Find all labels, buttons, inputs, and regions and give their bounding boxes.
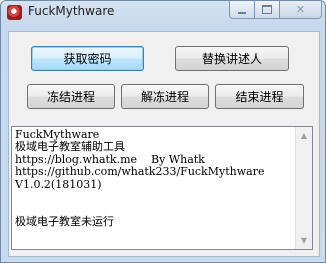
vertical-scrollbar[interactable]: ▲ ▼ bbox=[295, 127, 312, 249]
scroll-up-icon[interactable]: ▲ bbox=[296, 127, 312, 144]
unfreeze-process-button[interactable]: 解冻进程 bbox=[121, 84, 209, 109]
minimize-button[interactable] bbox=[229, 1, 255, 19]
output-line: https://github.com/whatk233/FuckMythware bbox=[15, 165, 265, 179]
title-bar[interactable]: FuckMythware ✕ bbox=[1, 1, 325, 25]
client-area: 获取密码 替换讲述人 冻结进程 解冻进程 结束进程 FuckMythware 极域… bbox=[8, 31, 320, 257]
app-icon[interactable] bbox=[7, 5, 22, 20]
output-log: FuckMythware 极域电子教室辅助工具 https://blog.whatk… bbox=[15, 128, 293, 228]
maximize-button[interactable] bbox=[254, 1, 280, 19]
scroll-down-icon[interactable]: ▼ bbox=[296, 232, 312, 249]
minimize-icon bbox=[238, 11, 246, 14]
app-window: FuckMythware ✕ 获取密码 替换讲述人 冻结进程 解冻进程 结束进程… bbox=[0, 0, 326, 263]
output-textbox[interactable]: FuckMythware 极域电子教室辅助工具 https://blog.whatk… bbox=[11, 126, 313, 250]
window-title: FuckMythware bbox=[28, 4, 115, 18]
output-line: V1.0.2(181031) bbox=[15, 177, 102, 191]
get-password-button[interactable]: 获取密码 bbox=[31, 46, 144, 71]
end-process-button[interactable]: 结束进程 bbox=[215, 84, 304, 109]
replace-narrator-button[interactable]: 替换讲述人 bbox=[175, 46, 289, 71]
output-line: 极域电子教室未运行 bbox=[15, 214, 114, 228]
close-button[interactable]: ✕ bbox=[279, 1, 322, 19]
output-line: 极域电子教室辅助工具 bbox=[15, 140, 125, 154]
close-icon: ✕ bbox=[295, 3, 306, 16]
freeze-process-button[interactable]: 冻结进程 bbox=[27, 84, 115, 109]
maximize-icon bbox=[262, 5, 272, 14]
